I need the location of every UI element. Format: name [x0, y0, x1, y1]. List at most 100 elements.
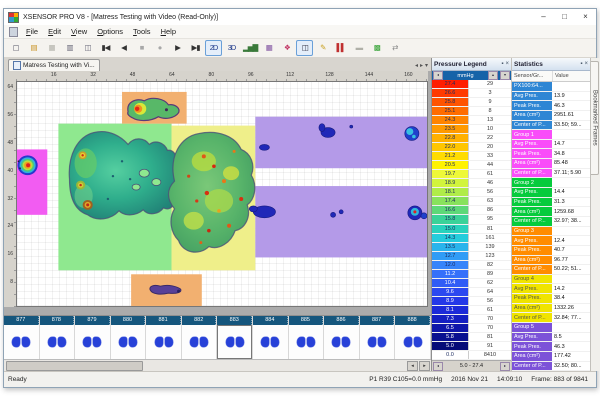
stat-label: Group 1 — [512, 130, 552, 139]
column-sensor-group[interactable]: Sensor/Gr... — [512, 71, 553, 81]
film-frame[interactable]: 883 — [217, 316, 253, 359]
columns-button[interactable]: ▌▌ — [332, 40, 349, 56]
skip-start-icon[interactable]: ▮◀ — [97, 40, 114, 56]
range-right-button[interactable]: ▸ — [500, 362, 510, 371]
scroll-left-button[interactable]: ◂ — [407, 361, 418, 371]
stat-value: 8.5 — [552, 333, 590, 342]
menu-item[interactable]: File — [21, 27, 43, 36]
view-3d-button[interactable]: 3D — [223, 40, 240, 56]
stat-value — [552, 275, 590, 284]
stat-label: Area (cm²) — [512, 207, 552, 216]
legend-row: 8.1 61 — [432, 306, 511, 315]
pressure-map-canvas[interactable] — [16, 81, 428, 307]
print-preview-icon[interactable]: ◫ — [79, 40, 96, 56]
pin-icon[interactable]: ▪ — [501, 61, 503, 67]
stat-label: Peak Pres. — [512, 342, 552, 351]
frame-thumbnail-blob — [297, 337, 315, 347]
film-frame[interactable]: 878 — [40, 316, 76, 359]
grid-view-button[interactable]: ▦ — [260, 40, 277, 56]
legend-value: 7.3 — [432, 315, 469, 323]
legend-row: 14.3 161 — [432, 234, 511, 243]
bookmarked-frames-tab[interactable]: Bookmarked Frames — [591, 61, 599, 175]
frame-thumbnail-blob — [332, 337, 350, 347]
range-left-button[interactable]: ◂ — [433, 362, 443, 371]
save-icon[interactable]: ▦ — [43, 40, 60, 56]
film-frame[interactable]: 888 — [395, 316, 431, 359]
new-icon[interactable]: ▢ — [7, 40, 24, 56]
stat-value: 32.50; 80... — [552, 362, 590, 371]
stop-icon[interactable]: ■ — [133, 40, 150, 56]
film-frame[interactable]: 879 — [75, 316, 111, 359]
menu-item[interactable]: Options — [92, 27, 128, 36]
print-icon[interactable]: ▥ — [61, 40, 78, 56]
pin-icon[interactable]: ▪ — [580, 61, 582, 67]
menu-item[interactable]: Edit — [43, 27, 66, 36]
film-frame[interactable]: 881 — [146, 316, 182, 359]
statistics-row: Group 4 — [512, 275, 590, 285]
film-frame[interactable]: 882 — [182, 316, 218, 359]
statistics-row: Center of P... 32.84; 77... — [512, 313, 590, 323]
stat-label: Center of P... — [512, 265, 552, 274]
stat-value: 14.7 — [552, 140, 590, 149]
legend-count: 81 — [469, 225, 511, 233]
scrollbar-thumb[interactable] — [6, 361, 143, 371]
tab-document-icon — [13, 61, 21, 70]
minimize-button[interactable]: – — [533, 9, 554, 25]
stat-value: 31.3 — [552, 198, 590, 207]
sync-button[interactable]: ⇄ — [386, 40, 403, 56]
film-frame[interactable]: 880 — [111, 316, 147, 359]
close-icon[interactable]: × — [584, 61, 588, 67]
ruler-label: 80 — [192, 71, 231, 81]
tab-scroll-right-button[interactable]: ▸ — [420, 62, 423, 69]
film-frame[interactable]: 885 — [289, 316, 325, 359]
annotate-button[interactable]: ✎ — [314, 40, 331, 56]
film-frame[interactable]: 886 — [324, 316, 360, 359]
film-frame[interactable]: 877 — [4, 316, 40, 359]
legend-value: 15.8 — [432, 215, 469, 223]
tab-matress-testing[interactable]: Matress Testing with Vi... — [8, 59, 100, 71]
skip-end-icon[interactable]: ▶▮ — [187, 40, 204, 56]
scroll-right-button[interactable]: ▸ — [419, 361, 430, 371]
menu-item[interactable]: Tools — [128, 27, 156, 36]
statistics-row: Area (cm²) 1332.26 — [512, 304, 590, 314]
record-icon[interactable]: ● — [151, 40, 168, 56]
statistics-row: Avg Pres. 14.7 — [512, 140, 590, 150]
stat-value — [552, 178, 590, 187]
close-icon[interactable]: × — [505, 61, 509, 67]
open-icon[interactable]: ▤ — [25, 40, 42, 56]
step-back-icon[interactable]: ◀ — [115, 40, 132, 56]
calibration-button[interactable]: ▩ — [368, 40, 385, 56]
chart-view-button[interactable]: ▂▅▇ — [241, 40, 259, 56]
legend-value: 16.6 — [432, 206, 469, 214]
menu-item[interactable]: Help — [156, 27, 181, 36]
settings-button[interactable]: ❖ — [278, 40, 295, 56]
legend-row: 21.2 33 — [432, 152, 511, 161]
statistics-header: Statistics ▪ × — [512, 58, 590, 71]
legend-value: 27.4 — [432, 80, 469, 88]
menu-item[interactable]: View — [66, 27, 92, 36]
horizontal-scrollbar[interactable]: ◂ ▸ — [4, 359, 431, 371]
close-button[interactable]: × — [575, 9, 596, 25]
stat-label: Area (cm²) — [512, 352, 552, 361]
view-2d-button[interactable]: 2D — [205, 40, 222, 56]
statistics-row: Peak Pres. 38.4 — [512, 294, 590, 304]
tab-menu-button[interactable]: ▾ — [425, 62, 428, 69]
statistics-row: Center of P... 50.22; 51... — [512, 265, 590, 275]
statistics-column-headers: Sensor/Gr... Value — [512, 71, 590, 82]
legend-left-button[interactable]: ◂ — [433, 71, 443, 80]
legend-down-button[interactable]: ▾ — [500, 71, 510, 80]
frame-thumbnail-blob — [404, 337, 422, 347]
legend-up-button[interactable]: ▴ — [488, 71, 498, 80]
film-frame[interactable]: 887 — [360, 316, 396, 359]
compare-button[interactable]: ▬ — [350, 40, 367, 56]
play-icon[interactable]: ▶ — [169, 40, 186, 56]
layout-button[interactable]: ◫ — [296, 40, 313, 56]
film-frame[interactable]: 884 — [253, 316, 289, 359]
legend-count: 13 — [469, 116, 511, 124]
maximize-button[interactable]: □ — [554, 9, 575, 25]
statistics-row: Avg Pres. 8.5 — [512, 333, 590, 343]
column-value[interactable]: Value — [553, 71, 590, 81]
tab-scroll-left-button[interactable]: ◂ — [415, 62, 418, 69]
legend-count: 22 — [469, 134, 511, 142]
stat-label: Group 5 — [512, 323, 552, 332]
